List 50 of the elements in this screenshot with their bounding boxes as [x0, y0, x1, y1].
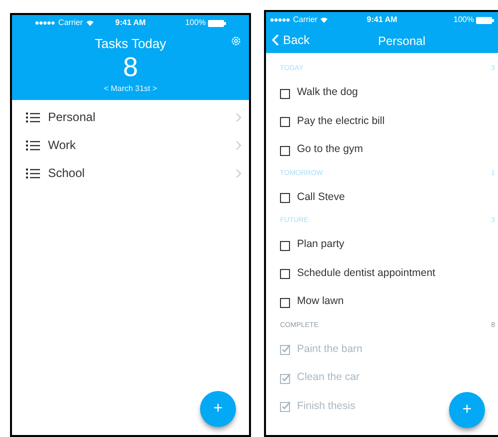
chevron-right-icon — [236, 168, 241, 178]
task-label: Paint the barn — [297, 342, 362, 357]
back-button[interactable]: Back — [272, 31, 310, 49]
battery-percent: 100% — [454, 14, 474, 26]
chevron-right-icon — [236, 140, 241, 150]
checkbox[interactable] — [280, 240, 291, 251]
status-time: 9:41 AM — [366, 14, 398, 26]
task-count: 8 — [122, 52, 138, 82]
carrier-name: Carrier — [293, 14, 318, 26]
wifi-icon — [86, 20, 94, 26]
checkbox[interactable] — [280, 192, 291, 204]
task-label: Call Steve — [297, 190, 345, 205]
wifi-icon — [320, 17, 328, 23]
add-button[interactable]: + — [200, 391, 236, 427]
task-label: Schedule dentist appointment — [297, 266, 436, 281]
checkbox[interactable] — [280, 401, 291, 412]
status-time: 9:41 AM — [115, 17, 146, 29]
settings-icon[interactable] — [231, 36, 241, 46]
checkbox[interactable] — [280, 372, 291, 384]
checkbox[interactable] — [280, 116, 291, 128]
list-icon — [26, 140, 40, 150]
checkbox[interactable] — [280, 344, 291, 356]
battery-icon — [476, 16, 494, 24]
checkbox[interactable] — [280, 268, 291, 280]
signal-icon — [35, 21, 56, 25]
checkbox[interactable] — [280, 144, 291, 156]
task-label: Go to the gym — [297, 142, 363, 158]
checkbox[interactable] — [280, 296, 291, 308]
list-row[interactable]: Work — [12, 131, 249, 159]
battery-icon — [208, 20, 226, 26]
checkbox[interactable] — [280, 88, 291, 99]
list-row[interactable]: School — [12, 159, 249, 187]
chevron-right-icon — [236, 112, 241, 122]
battery-percent: 100% — [185, 17, 206, 29]
signal-icon — [270, 18, 290, 22]
task-label: Clean the car — [297, 370, 360, 386]
task-label: Pay the electric bill — [297, 114, 385, 129]
list-row[interactable]: Personal — [12, 103, 249, 131]
header-title: Tasks Today — [94, 36, 166, 52]
carrier-name: Carrier — [58, 17, 83, 29]
list-icon — [26, 168, 40, 178]
task-label: Plan party — [297, 237, 344, 252]
screen-title: Personal — [378, 33, 426, 50]
add-button[interactable]: + — [449, 392, 485, 428]
task-label: Finish thesis — [297, 398, 356, 414]
task-label: Walk the dog — [297, 85, 358, 100]
chevron-left-icon — [272, 34, 279, 46]
task-label: Mow lawn — [297, 294, 344, 310]
date-selector[interactable]: < March 31st > — [104, 84, 158, 94]
list-icon — [26, 112, 40, 122]
